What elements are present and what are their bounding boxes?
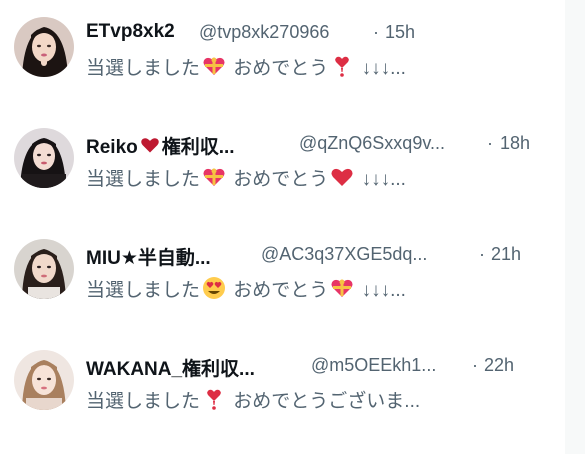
avatar[interactable] [14,239,74,299]
separator-dot: · [479,244,485,264]
sidebar-strip [565,0,585,454]
timestamp[interactable]: 21h [491,244,521,265]
display-name-part: 権利収... [161,137,235,158]
tweet-text-part: 当選しました [86,391,201,412]
separator-dot: · [487,133,493,153]
timestamp[interactable]: 22h [484,355,514,376]
tweet-header: WAKANA_権利収... @m5OEEkh1... · 22h [86,354,556,380]
tweet-header: ETvp8xk2 @tvp8xk270966 · 15h [86,21,556,47]
display-name[interactable]: WAKANA_権利収... [86,354,255,381]
display-name-part: Reiko [86,137,138,158]
tweet-header: Reiko 権利収... @qZnQ6Sxxq9v... · 18h [86,132,556,158]
tweet-item[interactable]: Reiko 権利収... @qZnQ6Sxxq9v... · 18h 当選しました… [14,126,556,191]
tweet-text-part: 当選しました [86,58,201,79]
display-name[interactable]: MIU★半自動... [86,243,211,270]
tweet-text-part: おめでとう [233,280,329,301]
tweet-item[interactable]: MIU★半自動... @AC3q37XGE5dq... · 21h 当選しました… [14,237,556,302]
tweet-text: 当選しました おめでとう ↓↓↓... [86,275,556,302]
exclamation-heart-icon [330,54,354,78]
avatar[interactable] [14,17,74,77]
arrow-text: ↓↓↓... [361,169,406,190]
separator-dot: · [472,355,478,375]
gift-heart-icon [202,54,226,78]
tweet-text-part: 当選しました [86,280,201,301]
gift-heart-icon [330,276,354,300]
user-handle[interactable]: @qZnQ6Sxxq9v... [299,133,445,154]
user-handle[interactable]: @tvp8xk270966 [199,22,329,43]
red-heart-icon [140,135,160,155]
user-handle[interactable]: @m5OEEkh1... [311,355,436,376]
gift-heart-icon [202,165,226,189]
arrow-text: ↓↓↓... [361,58,406,79]
tweet-item[interactable]: WAKANA_権利収... @m5OEEkh1... · 22h 当選しました … [14,348,556,413]
tweet-item[interactable]: ETvp8xk2 @tvp8xk270966 · 15h 当選しました おめでと… [14,15,556,80]
heart-eyes-icon [202,276,226,300]
red-heart-icon [330,165,354,189]
user-handle[interactable]: @AC3q37XGE5dq... [261,244,427,265]
page: ETvp8xk2 @tvp8xk270966 · 15h 当選しました おめでと… [0,0,585,454]
tweet-text-part: おめでとう [233,169,329,190]
display-name[interactable]: Reiko 権利収... [86,132,235,159]
tweet-text: 当選しました おめでとう ↓↓↓... [86,53,556,80]
tweet-text-part: おめでとう [233,58,329,79]
avatar[interactable] [14,128,74,188]
separator-dot: · [373,22,379,42]
exclamation-heart-icon [202,387,226,411]
tweet-text: 当選しました おめでとう ↓↓↓... [86,164,556,191]
avatar[interactable] [14,350,74,410]
tweet-text-part: 当選しました [86,169,201,190]
display-name[interactable]: ETvp8xk2 [86,21,175,43]
timestamp[interactable]: 15h [385,22,415,43]
tweet-text-part: おめでとうございま... [233,391,421,412]
tweet-header: MIU★半自動... @AC3q37XGE5dq... · 21h [86,243,556,269]
timestamp[interactable]: 18h [500,133,530,154]
tweet-text: 当選しました おめでとうございま... [86,386,556,413]
arrow-text: ↓↓↓... [361,280,406,301]
